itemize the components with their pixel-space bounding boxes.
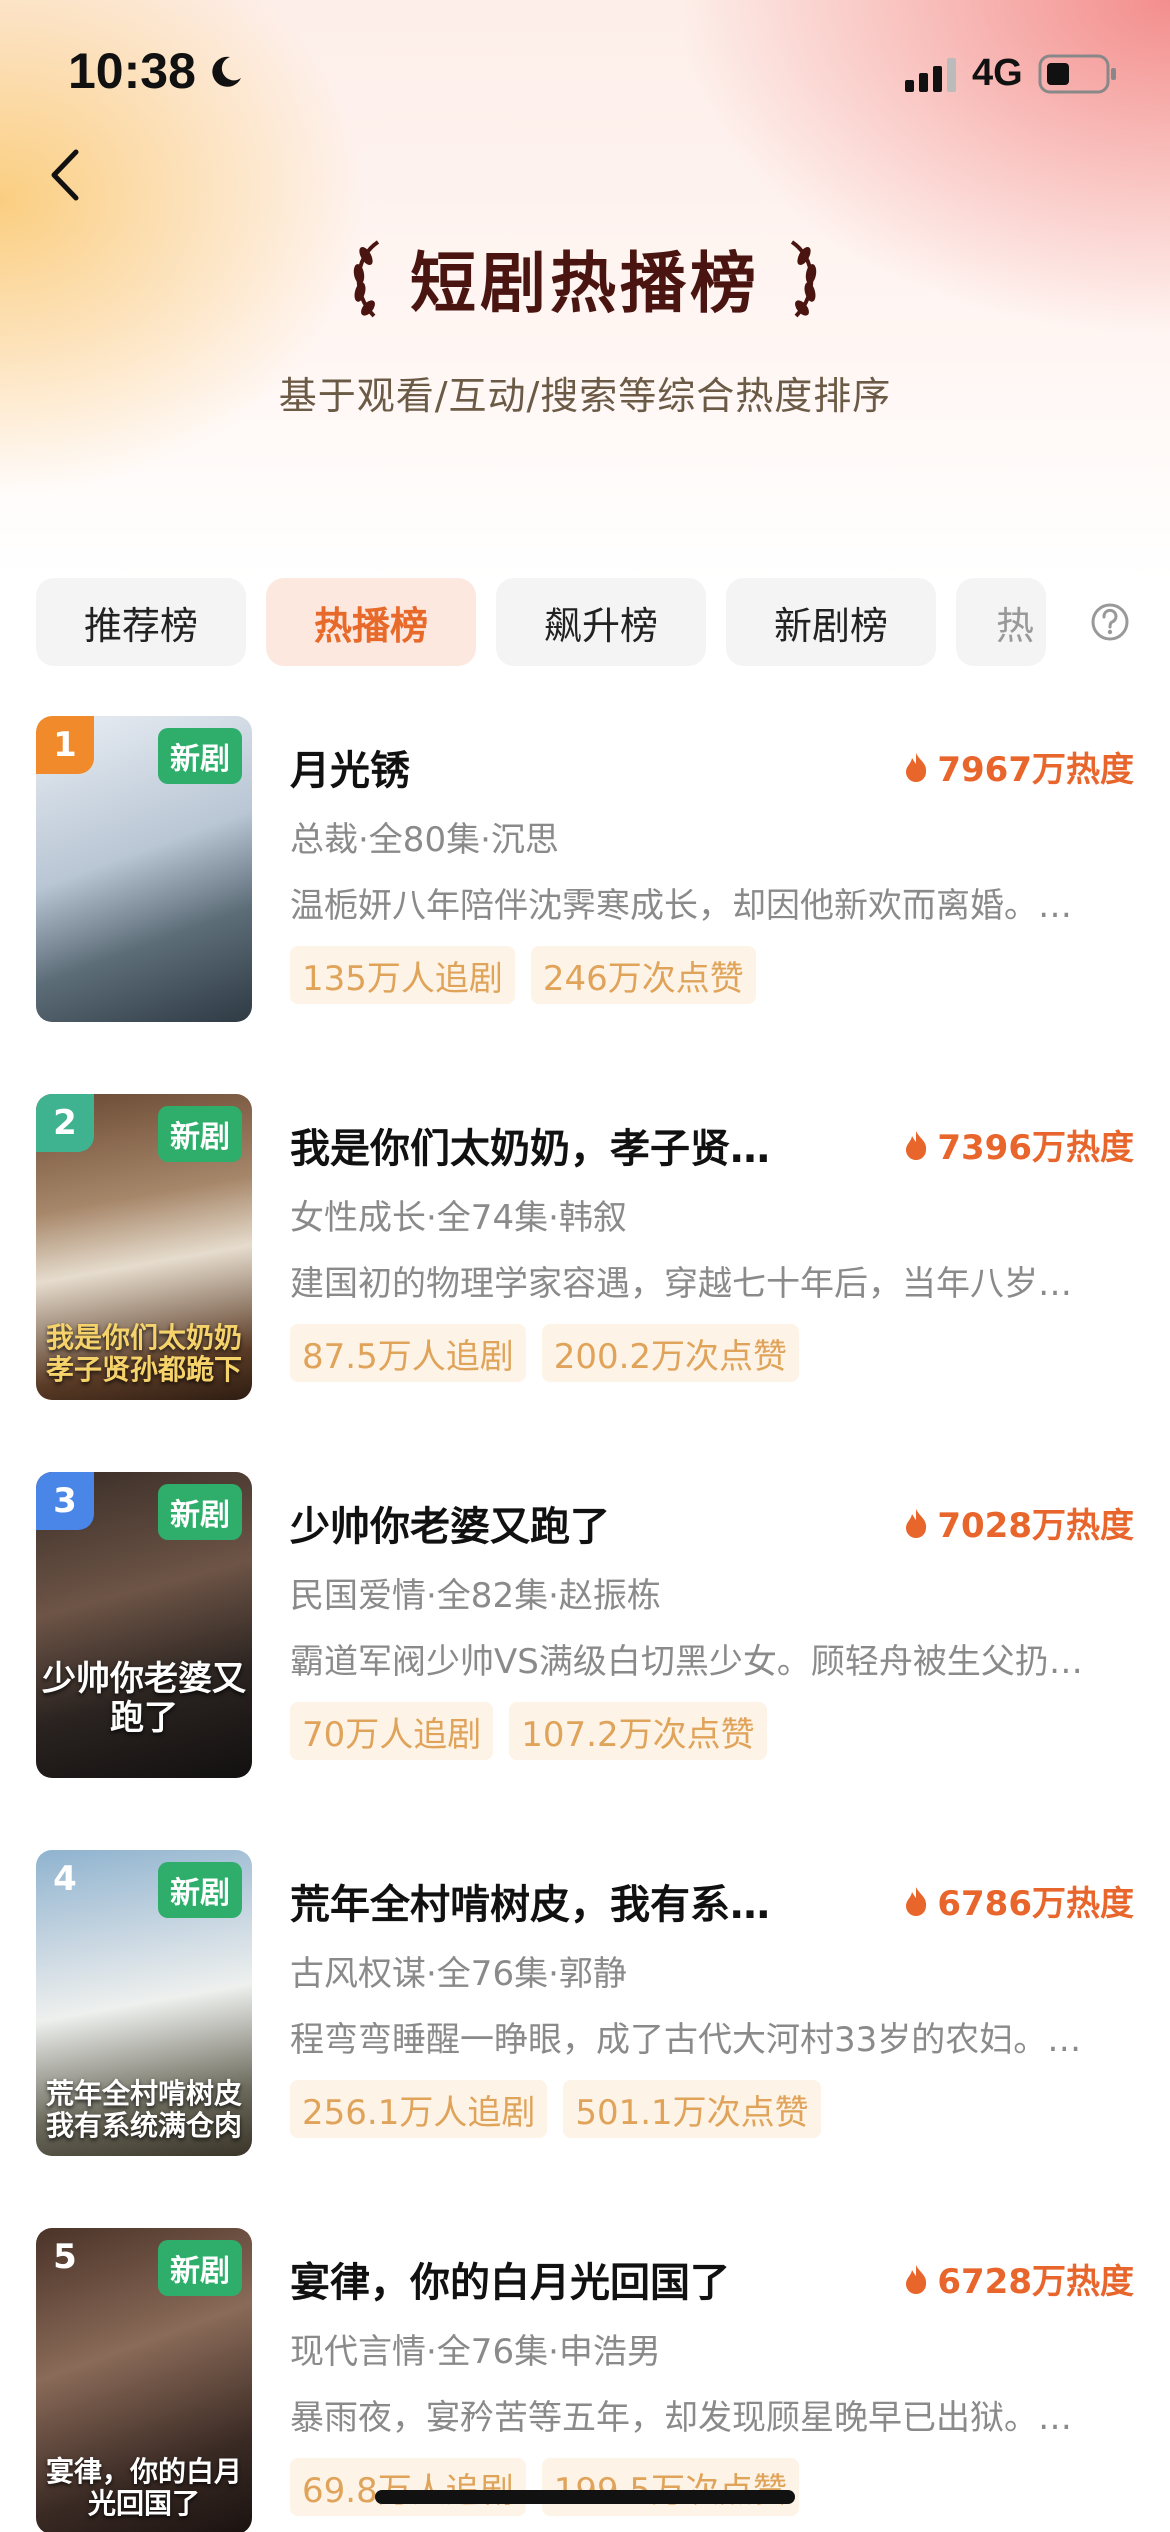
likes-chip: 246万次点赞 bbox=[530, 946, 756, 1004]
tab-partial[interactable]: 热 bbox=[956, 578, 1046, 666]
list-item[interactable]: 5 新剧 宴律，你的白月光回国了 宴律，你的白月光回国了 6728万热度 现代言… bbox=[0, 2228, 1170, 2532]
help-icon[interactable] bbox=[1090, 602, 1130, 642]
rank-badge: 1 bbox=[36, 716, 94, 774]
battery-icon bbox=[1038, 54, 1116, 94]
tab-recommend[interactable]: 推荐榜 bbox=[36, 578, 246, 666]
back-arrow-icon[interactable] bbox=[40, 140, 90, 210]
list-item[interactable]: 2 新剧 我是你们太奶奶 孝子贤孙都跪下 我是你们太奶奶，孝子贤… 7396万热… bbox=[0, 1094, 1170, 1472]
new-tag: 新剧 bbox=[158, 1484, 242, 1540]
heat-text: 6728万热度 bbox=[937, 2262, 1134, 2302]
new-tag: 新剧 bbox=[158, 728, 242, 784]
poster-image: 5 新剧 宴律，你的白月光回国了 bbox=[36, 2228, 252, 2532]
stat-chips: 135万人追剧 246万次点赞 bbox=[290, 946, 756, 1004]
rank-badge: 4 bbox=[53, 1859, 77, 1899]
ranking-tabs: 推荐榜 热播榜 飙升榜 新剧榜 热 bbox=[36, 578, 1136, 668]
rank-badge: 2 bbox=[36, 1094, 94, 1152]
tab-new[interactable]: 新剧榜 bbox=[726, 578, 936, 666]
list-item[interactable]: 1 新剧 月光锈 7967万热度 总裁·全80集·沉思 温栀妍八年陪伴沈霁寒成长… bbox=[0, 716, 1170, 1094]
heat-value: 7028万热度 bbox=[903, 1498, 1134, 1547]
poster-caption: 我是你们太奶奶 孝子贤孙都跪下 bbox=[45, 1320, 242, 1386]
flame-icon bbox=[906, 1886, 927, 1916]
poster-image: 2 新剧 我是你们太奶奶 孝子贤孙都跪下 bbox=[36, 1094, 252, 1400]
followers-chip: 135万人追剧 bbox=[290, 946, 515, 1004]
drama-meta: 总裁·全80集·沉思 bbox=[290, 820, 559, 860]
likes-chip: 200.2万次点赞 bbox=[541, 1324, 800, 1382]
rank-badge: 3 bbox=[36, 1472, 94, 1530]
page-title: 短剧热播榜 bbox=[410, 244, 760, 322]
rank-badge: 5 bbox=[53, 2237, 77, 2277]
laurel-right-icon bbox=[790, 240, 817, 318]
list-item[interactable]: 4 新剧 荒年全村啃树皮 我有系统满仓肉 荒年全村啃树皮，我有系… 6786万热… bbox=[0, 1850, 1170, 2228]
drama-title: 宴律，你的白月光回国了 bbox=[290, 2260, 730, 2306]
stat-chips: 69.8万人追剧 199.5万次点赞 bbox=[290, 2458, 800, 2516]
drama-meta: 现代言情·全76集·申浩男 bbox=[290, 2332, 661, 2372]
heat-text: 7396万热度 bbox=[937, 1128, 1134, 1168]
status-bar: 10:38 4G bbox=[0, 0, 1170, 140]
drama-list: 1 新剧 月光锈 7967万热度 总裁·全80集·沉思 温栀妍八年陪伴沈霁寒成长… bbox=[0, 716, 1170, 2532]
drama-description: 温栀妍八年陪伴沈霁寒成长，却因他新欢而离婚。… bbox=[290, 886, 1072, 926]
poster-caption: 宴律，你的白月光回国了 bbox=[45, 2454, 242, 2520]
poster-image: 4 新剧 荒年全村啃树皮 我有系统满仓肉 bbox=[36, 1850, 252, 2156]
flame-icon bbox=[906, 1130, 927, 1160]
followers-chip: 256.1万人追剧 bbox=[290, 2080, 548, 2138]
heat-text: 7967万热度 bbox=[937, 750, 1134, 790]
drama-title: 少帅你老婆又跑了 bbox=[290, 1504, 610, 1550]
tab-hot[interactable]: 热播榜 bbox=[266, 578, 476, 666]
new-tag: 新剧 bbox=[158, 2240, 242, 2296]
likes-chip: 501.1万次点赞 bbox=[563, 2080, 821, 2138]
heat-value: 6728万热度 bbox=[903, 2254, 1134, 2303]
flame-icon bbox=[906, 1508, 927, 1538]
flame-icon bbox=[906, 752, 927, 782]
stat-chips: 70万人追剧 107.2万次点赞 bbox=[290, 1702, 767, 1760]
likes-chip: 107.2万次点赞 bbox=[509, 1702, 767, 1760]
signal-icon bbox=[905, 58, 956, 92]
heat-text: 7028万热度 bbox=[937, 1506, 1134, 1546]
heat-value: 6786万热度 bbox=[903, 1876, 1134, 1925]
heat-value: 7396万热度 bbox=[903, 1120, 1134, 1169]
tab-rising[interactable]: 飙升榜 bbox=[496, 578, 706, 666]
home-indicator[interactable] bbox=[375, 2490, 795, 2504]
new-tag: 新剧 bbox=[158, 1106, 242, 1162]
drama-description: 暴雨夜，宴矜苦等五年，却发现顾星晚早已出狱。… bbox=[290, 2398, 1072, 2438]
new-tag: 新剧 bbox=[158, 1862, 242, 1918]
drama-meta: 古风权谋·全76集·郭静 bbox=[290, 1954, 627, 1994]
list-item[interactable]: 3 新剧 少帅你老婆又跑了 少帅你老婆又跑了 7028万热度 民国爱情·全82集… bbox=[0, 1472, 1170, 1850]
drama-title: 月光锈 bbox=[290, 748, 410, 794]
drama-meta: 民国爱情·全82集·赵振栋 bbox=[290, 1576, 661, 1616]
heat-text: 6786万热度 bbox=[937, 1884, 1134, 1924]
flame-icon bbox=[906, 2264, 927, 2294]
header-title-group: 短剧热播榜 bbox=[0, 228, 1170, 328]
status-time: 10:38 bbox=[68, 43, 196, 99]
followers-chip: 87.5万人追剧 bbox=[290, 1324, 526, 1382]
drama-description: 霸道军阀少帅VS满级白切黑少女。顾轻舟被生父扔… bbox=[290, 1642, 1083, 1682]
followers-chip: 69.8万人追剧 bbox=[290, 2458, 526, 2516]
moon-icon bbox=[212, 56, 241, 87]
drama-description: 建国初的物理学家容遇，穿越七十年后，当年八岁… bbox=[290, 1264, 1072, 1304]
stat-chips: 256.1万人追剧 501.1万次点赞 bbox=[290, 2080, 821, 2138]
heat-value: 7967万热度 bbox=[903, 742, 1134, 791]
followers-chip: 70万人追剧 bbox=[290, 1702, 494, 1760]
drama-meta: 女性成长·全74集·韩叙 bbox=[290, 1198, 627, 1238]
drama-description: 程弯弯睡醒一睁眼，成了古代大河村33岁的农妇。… bbox=[290, 2020, 1082, 2060]
network-label: 4G bbox=[972, 52, 1023, 94]
poster-image: 1 新剧 bbox=[36, 716, 252, 1022]
poster-caption: 少帅你老婆又跑了 bbox=[42, 1658, 246, 1738]
stat-chips: 87.5万人追剧 200.2万次点赞 bbox=[290, 1324, 800, 1382]
drama-title: 我是你们太奶奶，孝子贤… bbox=[290, 1126, 770, 1172]
page-subtitle: 基于观看/互动/搜索等综合热度排序 bbox=[278, 374, 892, 418]
likes-chip: 199.5万次点赞 bbox=[541, 2458, 800, 2516]
poster-image: 3 新剧 少帅你老婆又跑了 bbox=[36, 1472, 252, 1778]
laurel-left-icon bbox=[353, 240, 380, 318]
drama-title: 荒年全村啃树皮，我有系… bbox=[290, 1882, 770, 1928]
poster-caption: 荒年全村啃树皮 我有系统满仓肉 bbox=[45, 2076, 242, 2142]
